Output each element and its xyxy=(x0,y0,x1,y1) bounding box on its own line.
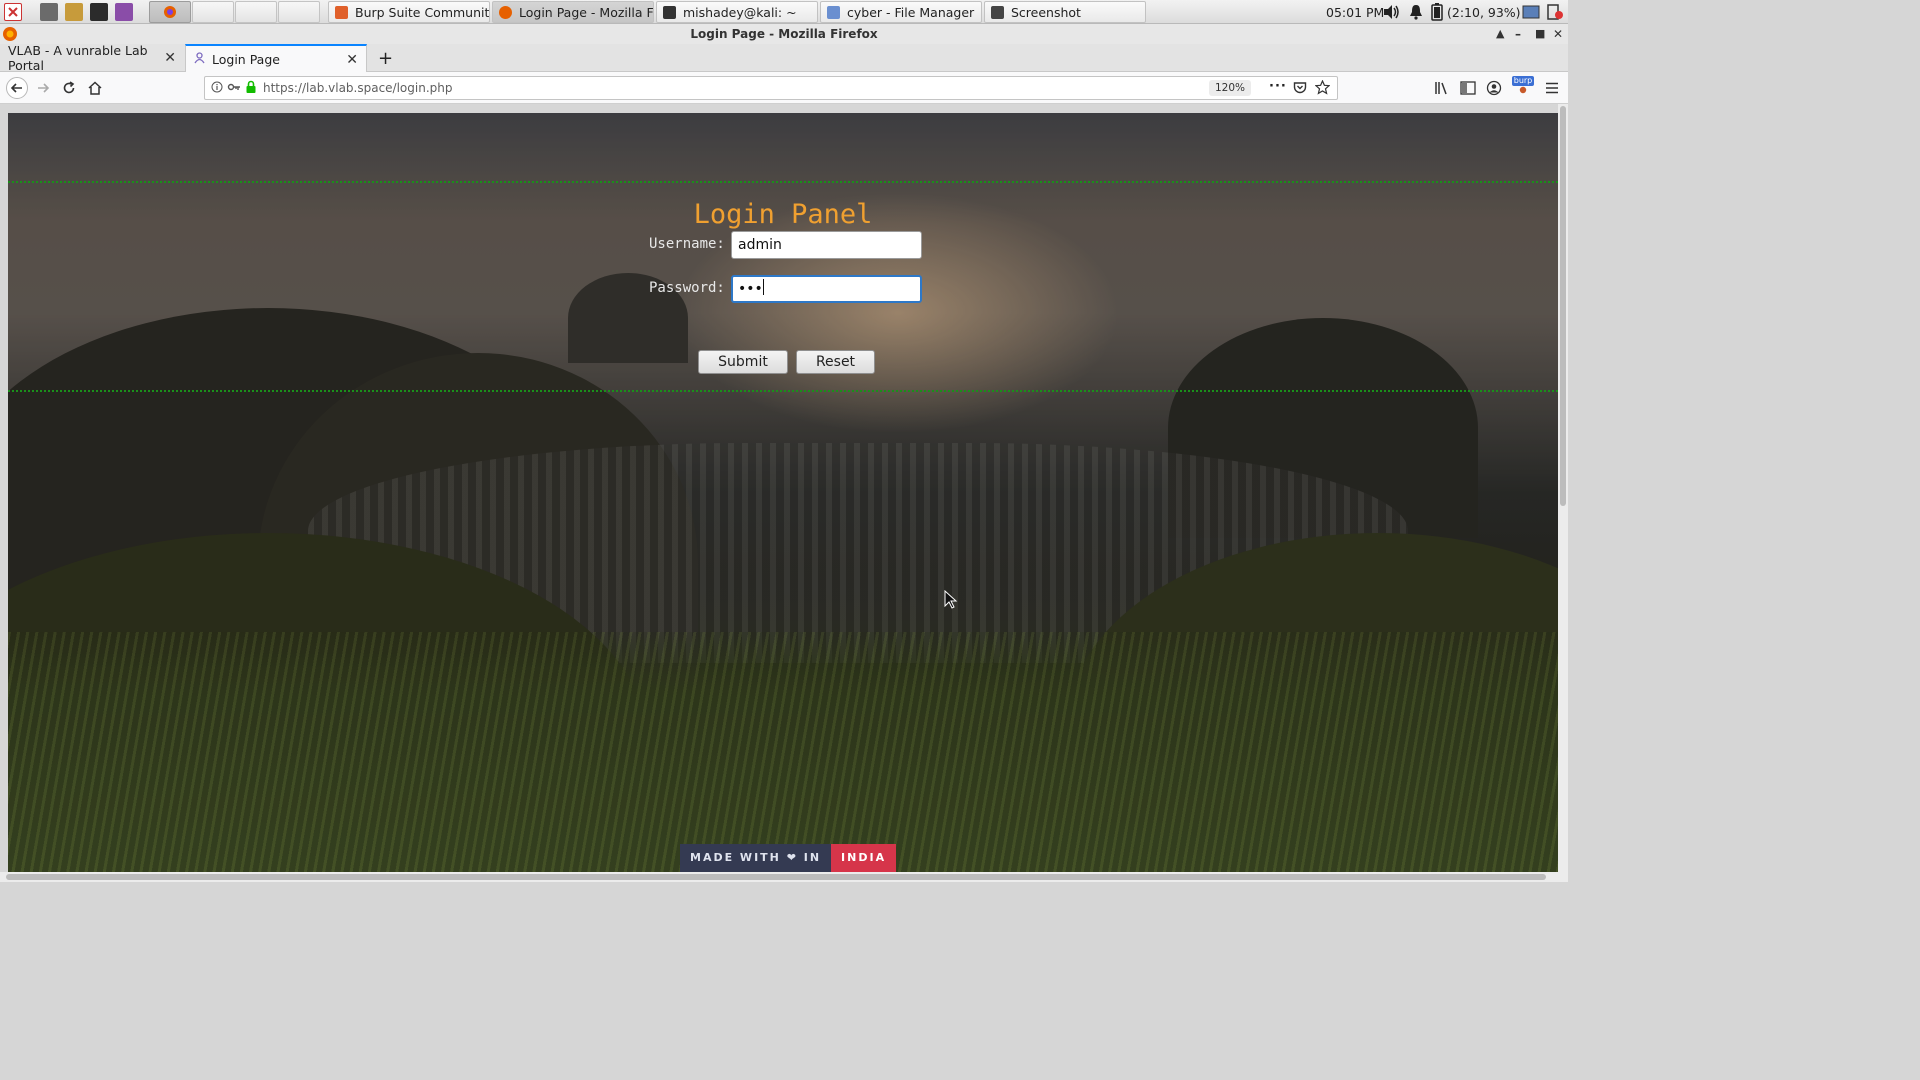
badge-left-text: MADE WITH ❤ IN xyxy=(680,844,832,872)
password-label: Password: xyxy=(649,280,725,296)
url-text[interactable]: https://lab.vlab.space/login.php xyxy=(263,81,453,95)
folder-icon xyxy=(827,5,840,19)
home-button[interactable] xyxy=(86,79,104,97)
zoom-level-button[interactable]: 120% xyxy=(1209,80,1252,96)
password-value: ••• xyxy=(738,281,763,297)
sidebar-toggle-icon[interactable] xyxy=(1459,79,1477,97)
camera-icon xyxy=(991,5,1004,19)
navigation-toolbar: https://lab.vlab.space/login.php 120% ··… xyxy=(0,72,1568,104)
close-tab-icon[interactable]: ✕ xyxy=(164,50,176,66)
close-window-icon[interactable]: ✕ xyxy=(1553,24,1563,44)
back-button[interactable] xyxy=(6,77,28,99)
desktop-taskbar: Burp Suite Community ... Login Page - Mo… xyxy=(0,0,1568,24)
task-label: Screenshot xyxy=(1011,4,1081,20)
password-input[interactable]: ••• xyxy=(731,275,922,303)
workspace-3-button[interactable] xyxy=(235,1,277,23)
account-icon[interactable] xyxy=(1485,79,1503,97)
close-tab-icon[interactable]: ✕ xyxy=(346,52,358,68)
window-titlebar: Login Page - Mozilla Firefox ▲ – ■ ✕ xyxy=(0,24,1568,44)
taskbar-task-screenshot[interactable]: Screenshot xyxy=(984,1,1146,23)
window-switcher-icon[interactable] xyxy=(1522,0,1540,24)
minimize-icon[interactable]: – xyxy=(1515,24,1521,44)
task-label: Burp Suite Community ... xyxy=(355,4,490,20)
vertical-scrollbar[interactable] xyxy=(1558,104,1568,882)
forward-button[interactable] xyxy=(34,79,52,97)
library-icon[interactable] xyxy=(1433,79,1451,97)
tab-label: Login Page xyxy=(212,52,280,67)
submit-button[interactable]: Submit xyxy=(698,350,788,374)
mouse-pointer-icon xyxy=(944,589,958,614)
burp-extension-icon[interactable]: burp xyxy=(1511,76,1535,94)
firefox-icon xyxy=(499,5,512,19)
tab-label: VLAB - A vunrable Lab Portal xyxy=(8,43,148,73)
text-caret xyxy=(762,279,764,295)
login-page-viewport: Login Panel Username: admin Password: ••… xyxy=(8,113,1558,872)
taskbar-task-file-manager[interactable]: cyber - File Manager xyxy=(820,1,982,23)
terminal-icon xyxy=(663,5,676,19)
made-in-india-badge[interactable]: MADE WITH ❤ IN INDIA xyxy=(680,844,897,872)
volume-icon[interactable] xyxy=(1382,0,1400,24)
workspace-4-button[interactable] xyxy=(278,1,320,23)
browser-tab-bar: VLAB - A vunrable Lab Portal ✕ Login Pag… xyxy=(0,43,1568,73)
scrollbar-thumb[interactable] xyxy=(1560,106,1566,506)
taskbar-task-terminal[interactable]: mishadey@kali: ~ xyxy=(656,1,818,23)
taskbar-task-burp[interactable]: Burp Suite Community ... xyxy=(328,1,490,23)
lock-person-icon xyxy=(194,52,205,67)
battery-icon[interactable] xyxy=(1431,0,1443,24)
tab-vlab-portal[interactable]: VLAB - A vunrable Lab Portal ✕ xyxy=(0,43,184,73)
address-bar[interactable]: https://lab.vlab.space/login.php 120% ··… xyxy=(204,76,1338,100)
username-input[interactable]: admin xyxy=(731,231,922,259)
burp-icon xyxy=(335,5,348,19)
app-menu-icon[interactable] xyxy=(4,3,22,21)
secure-lock-icon[interactable] xyxy=(245,80,257,98)
tab-login-page[interactable]: Login Page ✕ xyxy=(185,44,367,73)
battery-status: (2:10, 93%) xyxy=(1447,4,1521,20)
files-launcher-icon[interactable] xyxy=(65,3,83,21)
login-panel-title: Login Panel xyxy=(693,199,873,230)
reset-button[interactable]: Reset xyxy=(796,350,875,374)
badge-right-text: INDIA xyxy=(831,844,897,872)
username-label: Username: xyxy=(649,236,725,252)
scrollbar-thumb[interactable] xyxy=(6,874,1546,880)
task-label: cyber - File Manager xyxy=(847,4,975,20)
logout-icon[interactable] xyxy=(1546,0,1564,24)
pocket-icon[interactable] xyxy=(1293,81,1307,99)
screenshot-launcher-icon[interactable] xyxy=(115,3,133,21)
maximize-icon[interactable]: ■ xyxy=(1535,24,1545,44)
notification-bell-icon[interactable] xyxy=(1408,0,1424,24)
terminal-launcher-icon[interactable] xyxy=(90,3,108,21)
hamburger-menu-icon[interactable] xyxy=(1543,79,1561,97)
window-shade-icon[interactable]: ▲ xyxy=(1496,24,1504,44)
workspace-2-button[interactable] xyxy=(192,1,234,23)
show-desktop-icon[interactable] xyxy=(40,3,58,21)
reload-button[interactable] xyxy=(60,79,78,97)
taskbar-task-firefox[interactable]: Login Page - Mozilla Fir... xyxy=(492,1,654,23)
horizontal-scrollbar[interactable] xyxy=(0,872,1558,882)
new-tab-button[interactable]: + xyxy=(370,44,394,72)
workspace-1-button[interactable] xyxy=(149,1,191,23)
task-label: Login Page - Mozilla Fir... xyxy=(519,4,653,20)
window-title: Login Page - Mozilla Firefox xyxy=(690,27,878,41)
burp-extension-label: burp xyxy=(1511,76,1535,86)
page-actions-menu-icon[interactable]: ··· xyxy=(1269,79,1287,94)
task-label: mishadey@kali: ~ xyxy=(683,4,797,20)
clock[interactable]: 05:01 PM xyxy=(1326,5,1384,20)
plus-icon: + xyxy=(378,47,394,69)
info-icon[interactable] xyxy=(211,81,223,97)
key-icon[interactable] xyxy=(227,80,241,98)
bookmark-star-icon[interactable] xyxy=(1314,79,1331,99)
